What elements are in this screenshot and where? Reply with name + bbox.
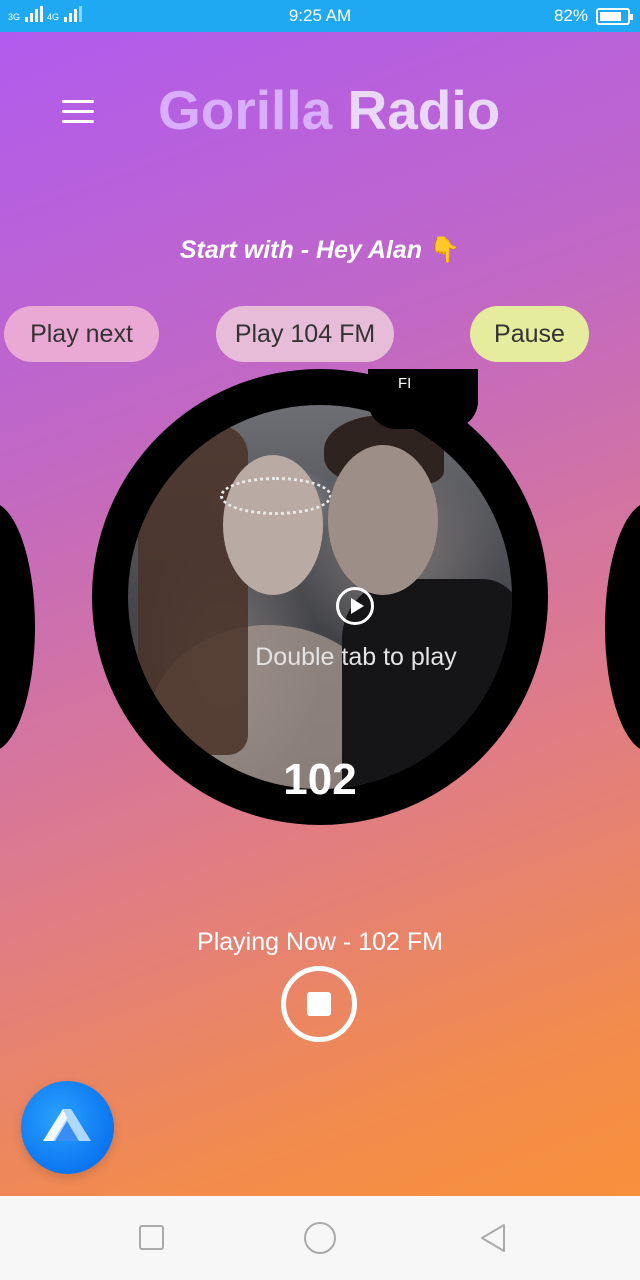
battery-icon — [596, 7, 633, 25]
station-tab: FI — [368, 369, 478, 429]
home-icon[interactable] — [304, 1222, 336, 1254]
system-nav-bar — [0, 1196, 640, 1280]
hamburger-menu-icon[interactable] — [62, 100, 96, 124]
play-104-fm-button[interactable]: Play 104 FM — [216, 306, 394, 362]
recent-apps-icon[interactable] — [139, 1225, 164, 1250]
clock: 9:25 AM — [288, 6, 352, 25]
status-bar: 3G 4G 9:25 AM 82% — [0, 0, 640, 32]
app-title: Gorilla Radio — [158, 78, 500, 142]
back-icon[interactable] — [478, 1222, 508, 1254]
double-tap-hint: Double tab to play — [255, 643, 457, 671]
battery-percent: 82% — [553, 6, 588, 25]
app-screen: Gorilla Radio Start with - Hey Alan 👇 Pl… — [0, 32, 640, 1196]
battery-fill — [600, 11, 622, 21]
stop-button[interactable] — [281, 966, 357, 1042]
previous-station-disc[interactable] — [0, 502, 35, 752]
play-circle-icon[interactable] — [336, 587, 374, 625]
alan-assistant-icon — [43, 1109, 91, 1141]
next-station-disc[interactable] — [605, 502, 640, 752]
station-frequency: 102 — [283, 755, 357, 804]
voice-hint-text: Start with - Hey Alan — [179, 236, 423, 264]
station-tab-label: FI — [398, 375, 412, 392]
app-title-part1: Gorilla — [158, 79, 333, 141]
status-right: 82% — [553, 6, 633, 26]
station-artwork: Double tab to play — [128, 405, 512, 789]
pause-button[interactable]: Pause — [470, 306, 589, 362]
station-disc[interactable]: Double tab to play FI 102 — [92, 369, 548, 825]
app-title-part2: Radio — [347, 79, 501, 141]
voice-hint: Start with - Hey Alan 👇 — [0, 236, 640, 265]
pointing-down-icon: 👇 — [428, 236, 461, 264]
play-next-button[interactable]: Play next — [4, 306, 159, 362]
alan-assistant-button[interactable] — [21, 1081, 114, 1174]
now-playing-text: Playing Now - 102 FM — [197, 928, 443, 956]
